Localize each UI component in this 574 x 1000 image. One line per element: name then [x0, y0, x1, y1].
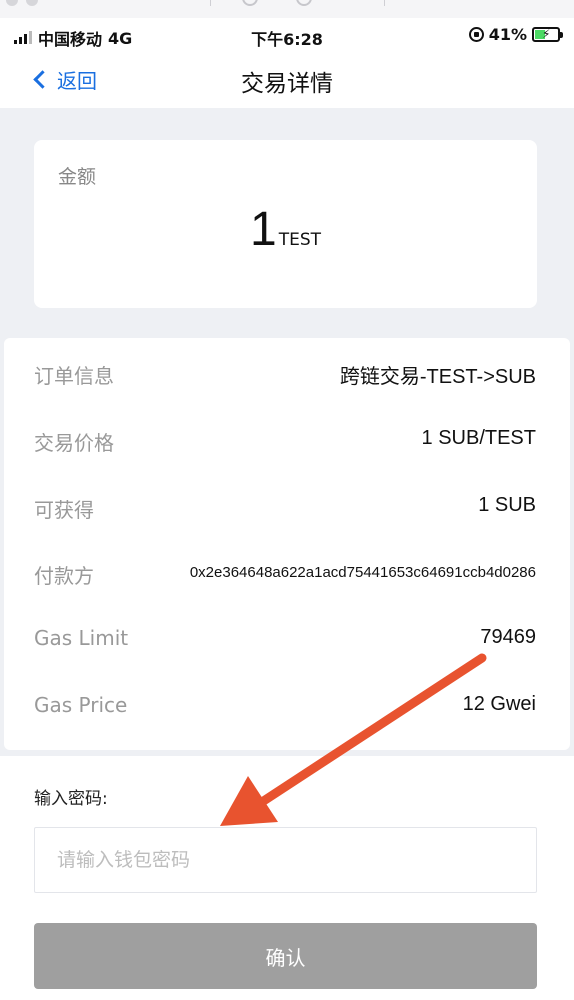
amount-card: 金额 1 TEST — [34, 140, 537, 308]
battery-icon: ⚡ — [532, 27, 563, 42]
detail-row-payer: 付款方 0x2e364648a622a1acd75441653c64691ccb… — [4, 560, 570, 594]
payer-address: 0x2e364648a622a1acd75441653c64691ccb4d02… — [189, 564, 536, 581]
detail-key: Gas Price — [34, 693, 128, 717]
detail-value: 12 Gwei — [462, 693, 536, 715]
status-bar: 中国移动 4G 下午6:28 41% ⚡ — [0, 18, 574, 52]
nav-bar: 返回 交易详情 — [0, 52, 574, 108]
zoom-icon — [242, 0, 258, 6]
detail-key: Gas Limit — [34, 626, 129, 650]
detail-value: 1 SUB — [478, 494, 536, 516]
password-input[interactable] — [34, 827, 537, 893]
detail-row-price: 交易价格 1 SUB/TEST — [4, 427, 570, 461]
zoom-icon — [296, 0, 312, 6]
cropped-top-toolbar — [0, 0, 574, 18]
detail-key: 订单信息 — [34, 364, 114, 388]
detail-value: 1 SUB/TEST — [421, 427, 536, 449]
amount-label: 金额 — [58, 166, 97, 188]
amount-value: 1 TEST — [34, 202, 537, 257]
battery-percent: 41% — [488, 25, 527, 44]
detail-key: 付款方 — [34, 564, 94, 588]
detail-value: 79469 — [480, 626, 536, 648]
detail-row-order-info: 订单信息 跨链交易-TEST->SUB — [4, 360, 570, 394]
detail-row-receive: 可获得 1 SUB — [4, 494, 570, 528]
detail-key: 交易价格 — [34, 431, 114, 455]
detail-key: 可获得 — [34, 498, 94, 522]
confirm-button[interactable]: 确认 — [34, 923, 537, 989]
arrow-head — [220, 776, 278, 826]
toolbar-separator — [210, 0, 211, 6]
amount-unit: TEST — [278, 230, 321, 250]
detail-value: 跨链交易-TEST->SUB — [339, 366, 536, 388]
toolbar-dot-icon — [26, 0, 38, 6]
password-label: 输入密码: — [34, 789, 108, 809]
detail-row-gas-limit: Gas Limit 79469 — [4, 626, 570, 660]
transaction-details: 订单信息 跨链交易-TEST->SUB 交易价格 1 SUB/TEST 可获得 … — [4, 338, 570, 750]
status-right: 41% ⚡ — [468, 25, 563, 44]
rotation-lock-icon — [468, 27, 484, 42]
page-title: 交易详情 — [241, 71, 333, 97]
toolbar-separator — [384, 0, 385, 6]
toolbar-dot-icon — [6, 0, 18, 6]
amount-number: 1 — [249, 203, 277, 256]
detail-row-gas-price: Gas Price 12 Gwei — [4, 693, 570, 727]
